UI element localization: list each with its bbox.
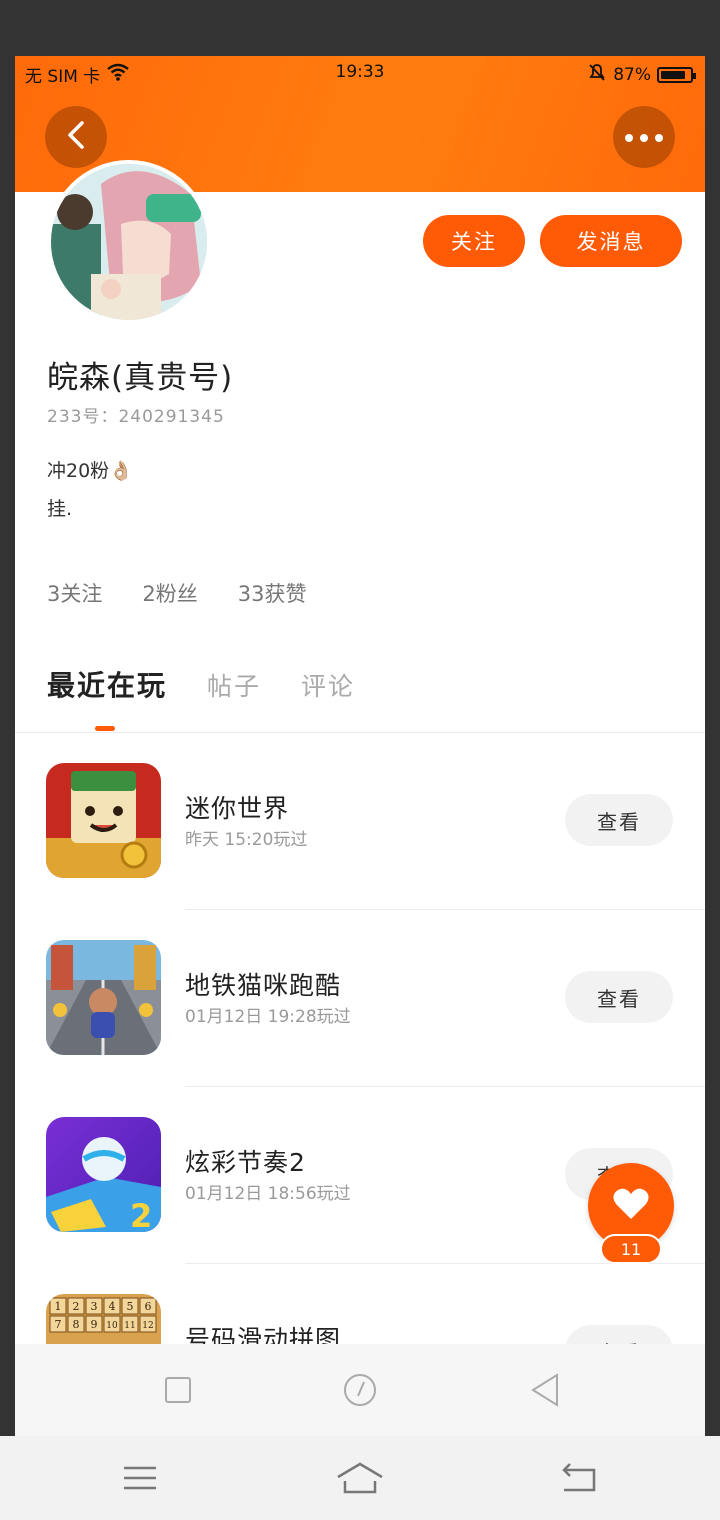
view-button[interactable]: 查看 [565,971,673,1023]
bio-line: 冲20粉👌🏼 [47,460,133,482]
inner-navigation-bar [15,1344,705,1436]
home-circle-icon[interactable] [342,1372,378,1408]
recent-apps-icon[interactable] [160,1372,196,1408]
device-left-bezel [0,56,15,1436]
device-right-bezel [705,56,720,1436]
likes-count: 33获赞 [237,582,307,606]
puzzle-tile-number: 4 [109,1300,116,1313]
list-item[interactable]: 迷你世界 昨天 15:20玩过 查看 [15,733,705,910]
tab-recently-played[interactable]: 最近在玩 [47,664,167,704]
like-count-badge: 11 [600,1234,662,1264]
puzzle-tile-number: 1 [55,1300,62,1313]
battery-percent: 87% [613,64,651,85]
menu-lines-icon[interactable] [116,1456,164,1500]
follow-button[interactable]: 关注 [423,215,525,267]
game-title: 炫彩节奏2 [185,1148,306,1177]
profile-name: 皖森(真贵号) [47,360,234,396]
bell-muted-icon [587,62,607,87]
home-house-icon[interactable] [336,1456,384,1500]
app-screen: 无 SIM 卡 19:33 87% 关注 发消息 皖森(真贵号) 233号：24… [15,56,705,1436]
profile-bio: 冲20粉👌🏼 挂. [47,452,133,528]
active-tab-indicator [95,726,115,731]
game-title: 地铁猫咪跑酷 [185,971,342,1000]
puzzle-tile-number: 7 [55,1318,62,1331]
puzzle-tile-number: 8 [73,1318,80,1331]
puzzle-tile-number: 10 [106,1321,118,1331]
profile-id: 233号：240291345 [47,407,225,427]
puzzle-tile-number: 9 [91,1318,98,1331]
game-mini-world-icon [46,763,161,878]
view-button[interactable]: 查看 [565,794,673,846]
bio-line: 挂. [47,498,73,520]
profile-tabs: 最近在玩 帖子 评论 [47,664,355,704]
back-button[interactable] [45,106,107,168]
tab-comments[interactable]: 评论 [301,667,355,703]
fans-count[interactable]: 2粉丝 [142,578,197,608]
back-triangle-icon[interactable] [527,1372,563,1408]
game-last-played: 01月12日 19:28玩过 [185,1007,351,1027]
more-button[interactable] [613,106,675,168]
return-icon[interactable] [555,1456,603,1500]
system-navigation-bar [0,1436,720,1520]
tab-posts[interactable]: 帖子 [207,667,261,703]
game-title: 迷你世界 [185,794,290,823]
status-bar: 无 SIM 卡 19:33 87% [15,56,705,90]
device-top-bezel [0,0,720,56]
profile-stats: 3关注 2粉丝 33获赞 [47,578,306,608]
puzzle-tile-number: 2 [73,1300,80,1313]
puzzle-tile-number: 12 [142,1321,153,1331]
rhythm-badge: 2 [130,1197,152,1232]
puzzle-tile-number: 5 [127,1300,134,1313]
game-last-played: 昨天 15:20玩过 [185,830,308,850]
avatar[interactable] [47,160,211,324]
game-subway-cat-icon [46,940,161,1055]
chevron-left-icon [64,119,88,155]
heart-icon [612,1187,650,1225]
send-message-button[interactable]: 发消息 [540,215,682,267]
more-dots-icon [624,128,664,147]
battery-icon [657,66,696,83]
puzzle-tile-number: 3 [91,1300,98,1313]
puzzle-tile-number: 11 [124,1321,135,1331]
following-count[interactable]: 3关注 [47,578,102,608]
game-rhythm-icon: 2 [46,1117,161,1232]
list-item[interactable]: 地铁猫咪跑酷 01月12日 19:28玩过 查看 [15,910,705,1087]
game-last-played: 01月12日 18:56玩过 [185,1184,351,1204]
puzzle-tile-number: 6 [145,1300,152,1313]
